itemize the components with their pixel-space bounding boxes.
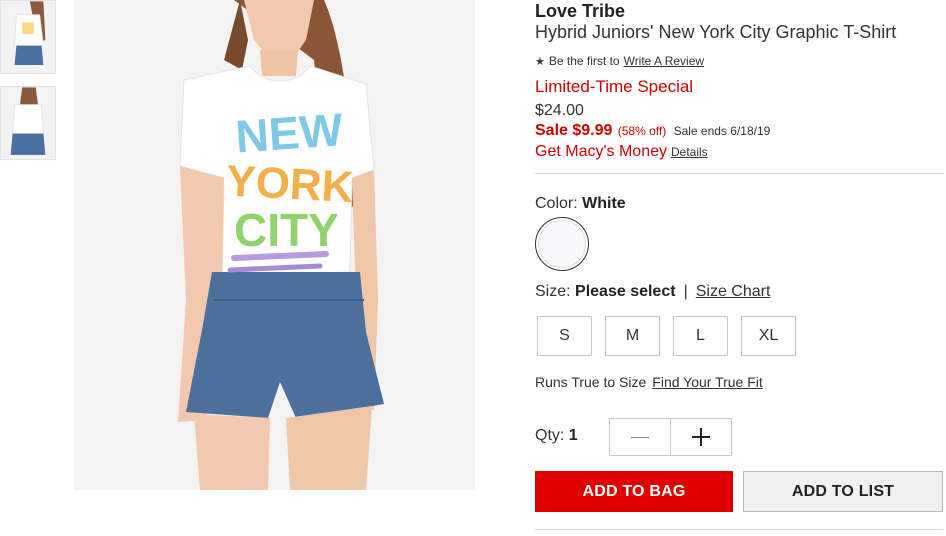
size-chart-link[interactable]: Size Chart: [696, 283, 771, 300]
divider: [535, 173, 943, 174]
sale-end-date: Sale ends 6/18/19: [673, 124, 771, 138]
quantity-decrease-button[interactable]: [610, 419, 671, 455]
size-separator: |: [683, 283, 688, 300]
minus-icon: [631, 436, 649, 438]
sale-price: Sale $9.99: [535, 122, 613, 139]
color-row: Color: White: [535, 195, 945, 213]
color-swatch-white[interactable]: [535, 217, 589, 271]
fit-text: Runs True to Size: [535, 374, 647, 390]
original-price: $24.00: [535, 102, 584, 119]
review-row: ★ Be the first to Write A Review: [535, 54, 945, 68]
macys-money-row: Get Macy's Money Details: [535, 143, 945, 161]
size-option-xl[interactable]: XL: [741, 316, 796, 356]
quantity-increase-button[interactable]: [671, 419, 731, 455]
add-to-list-button[interactable]: ADD TO LIST: [743, 471, 943, 512]
quantity-stepper: [609, 418, 732, 456]
size-row: Size: Please select | Size Chart: [535, 283, 945, 301]
add-to-bag-button[interactable]: ADD TO BAG: [535, 471, 733, 512]
product-thumbnail-front[interactable]: [0, 0, 56, 74]
thumbnail-front-image: [1, 1, 55, 73]
product-thumbnail-back[interactable]: [0, 86, 56, 160]
discount-percent: (58% off): [617, 124, 667, 138]
write-review-link[interactable]: Write A Review: [624, 54, 704, 68]
graphic-line-3: CITY: [234, 204, 339, 256]
size-option-s[interactable]: S: [537, 316, 592, 356]
quantity-value: 1: [568, 427, 578, 444]
selected-size: Please select: [575, 283, 676, 300]
promo-label: Limited-Time Special: [535, 77, 694, 96]
divider: [535, 529, 943, 530]
selected-color: White: [582, 195, 626, 212]
product-title: Hybrid Juniors' New York City Graphic T-…: [535, 22, 897, 42]
thumbnail-back-image: [1, 87, 55, 159]
product-brand[interactable]: Love Tribe: [535, 1, 945, 22]
swatch-fill: [538, 220, 586, 268]
main-product-image[interactable]: NEW YORK CITY: [74, 0, 475, 490]
review-prompt-text: Be the first to: [548, 54, 620, 68]
size-option-l[interactable]: L: [673, 316, 728, 356]
macys-money-label: Get Macy's Money: [535, 143, 667, 160]
fit-row: Runs True to Size Find Your True Fit: [535, 374, 945, 390]
plus-icon: [692, 428, 710, 446]
color-label: Color:: [535, 195, 578, 212]
graphic-line-1: NEW: [234, 103, 345, 162]
model-wearing-shirt-image: NEW YORK CITY: [74, 0, 475, 490]
size-label: Size:: [535, 283, 571, 300]
true-fit-link[interactable]: Find Your True Fit: [652, 374, 763, 390]
macys-money-details-link[interactable]: Details: [671, 145, 708, 159]
star-icon: ★: [535, 56, 545, 68]
quantity-row: Qty: 1: [535, 427, 945, 445]
sale-price-row: Sale $9.99 (58% off) Sale ends 6/18/19: [535, 122, 945, 140]
quantity-label: Qty:: [535, 427, 565, 444]
size-option-m[interactable]: M: [605, 316, 660, 356]
